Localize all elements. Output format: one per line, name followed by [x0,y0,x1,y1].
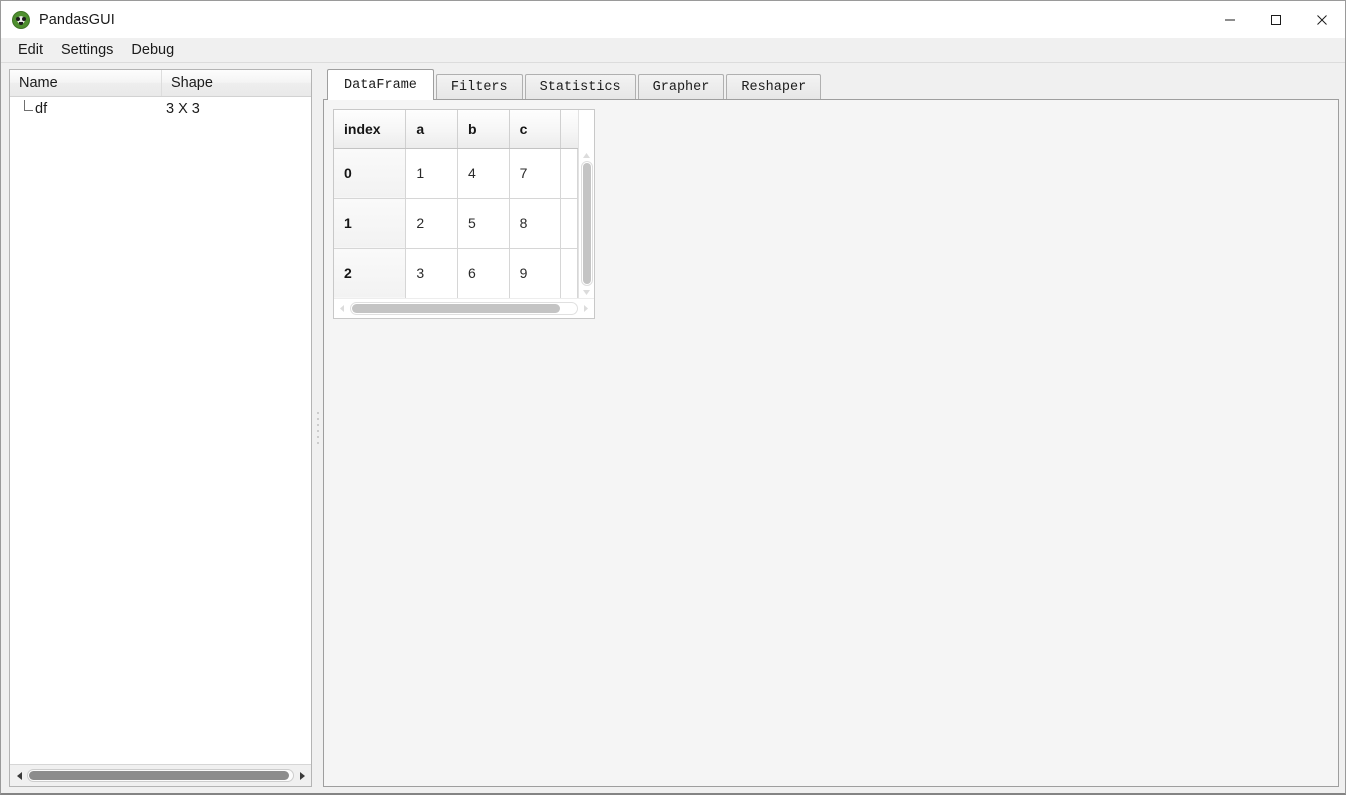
cell-a[interactable]: 1 [405,148,458,199]
cell-c[interactable]: 8 [509,198,562,249]
menu-item-debug[interactable]: Debug [122,39,183,62]
tree-header: Name Shape [10,70,311,97]
tree-item-name-cell: df [10,100,162,117]
tree-branch-icon [18,100,34,117]
sidebar-horizontal-scrollbar[interactable] [10,764,311,786]
maximize-icon[interactable] [1253,1,1299,38]
cell-filler [560,198,579,249]
tab-reshaper[interactable]: Reshaper [726,74,822,100]
pane-splitter[interactable] [312,69,323,787]
sidebar-scroll-thumb[interactable] [29,771,290,780]
cell-b[interactable]: 5 [457,198,510,249]
tab-bar: DataFrame Filters Statistics Grapher Res… [323,69,1339,100]
cell-filler [560,248,579,298]
cell-b[interactable]: 6 [457,248,510,298]
table-hscroll-track[interactable] [350,302,578,315]
cell-filler [560,148,579,199]
tab-statistics[interactable]: Statistics [524,74,636,100]
window-controls [1207,1,1345,38]
column-header-b[interactable]: b [457,110,510,149]
menu-item-edit[interactable]: Edit [9,39,52,62]
table-horizontal-scrollbar[interactable] [334,298,594,318]
menu-bar: Edit Settings Debug [1,38,1345,63]
table-header-row: index a b c [334,110,578,149]
cell-a[interactable]: 3 [405,248,458,298]
row-index-cell: 1 [334,198,407,249]
dataframe-table-container: index a b c 0 1 4 7 1 2 5 8 2 3 6 9 [333,109,595,319]
dataframe-table: index a b c 0 1 4 7 1 2 5 8 2 3 6 9 [334,110,579,298]
table-arrow-left-icon[interactable] [335,299,350,319]
viewer-pane: DataFrame Filters Statistics Grapher Res… [323,69,1339,787]
tree-item-df[interactable]: df 3 X 3 [10,97,311,121]
column-header-index[interactable]: index [334,110,407,149]
cell-b[interactable]: 4 [457,148,510,199]
tree-item-shape: 3 X 3 [166,101,200,117]
table-row[interactable]: 1 2 5 8 [334,198,579,249]
table-hscroll-thumb[interactable] [352,304,561,313]
tab-grapher[interactable]: Grapher [637,74,725,100]
column-header-c[interactable]: c [509,110,562,149]
column-header-filler [560,110,578,149]
table-vscroll-track[interactable] [580,161,593,286]
table-row[interactable]: 0 1 4 7 [334,148,579,199]
splitter-grip-icon [316,412,319,444]
row-index-cell: 2 [334,248,407,298]
column-header-a[interactable]: a [405,110,458,149]
main-body: Name Shape df 3 X 3 DataFrame Filters St… [1,63,1345,793]
dataframe-explorer-pane: Name Shape df 3 X 3 [9,69,312,787]
panda-logo-icon [12,10,30,29]
table-arrow-right-icon[interactable] [578,299,593,319]
tree-item-label: df [35,101,48,117]
arrow-left-icon[interactable] [12,766,27,786]
minimize-icon[interactable] [1207,1,1253,38]
application-window: PandasGUI Edit Settings Debug Name Shape [0,0,1346,795]
arrow-right-icon[interactable] [294,766,309,786]
close-icon[interactable] [1299,1,1345,38]
cell-c[interactable]: 9 [509,248,562,298]
title-bar: PandasGUI [1,1,1345,38]
cell-c[interactable]: 7 [509,148,562,199]
tree-header-shape[interactable]: Shape [162,70,311,96]
arrow-down-icon[interactable] [582,286,591,298]
tab-filters[interactable]: Filters [435,74,523,100]
tab-dataframe[interactable]: DataFrame [327,69,434,100]
arrow-up-icon[interactable] [582,149,591,161]
row-index-cell: 0 [334,148,407,199]
table-inner: index a b c 0 1 4 7 1 2 5 8 2 3 6 9 [334,110,594,298]
tree-body: df 3 X 3 [10,97,311,764]
window-title: PandasGUI [39,11,115,28]
tree-header-name[interactable]: Name [10,70,162,96]
table-row[interactable]: 2 3 6 9 [334,248,579,298]
dataframe-tab-panel: index a b c 0 1 4 7 1 2 5 8 2 3 6 9 [323,99,1339,787]
cell-a[interactable]: 2 [405,198,458,249]
table-vscroll-thumb[interactable] [582,163,591,284]
sidebar-scroll-track[interactable] [27,769,294,782]
menu-item-settings[interactable]: Settings [52,39,122,62]
table-vertical-scrollbar[interactable] [578,110,594,298]
